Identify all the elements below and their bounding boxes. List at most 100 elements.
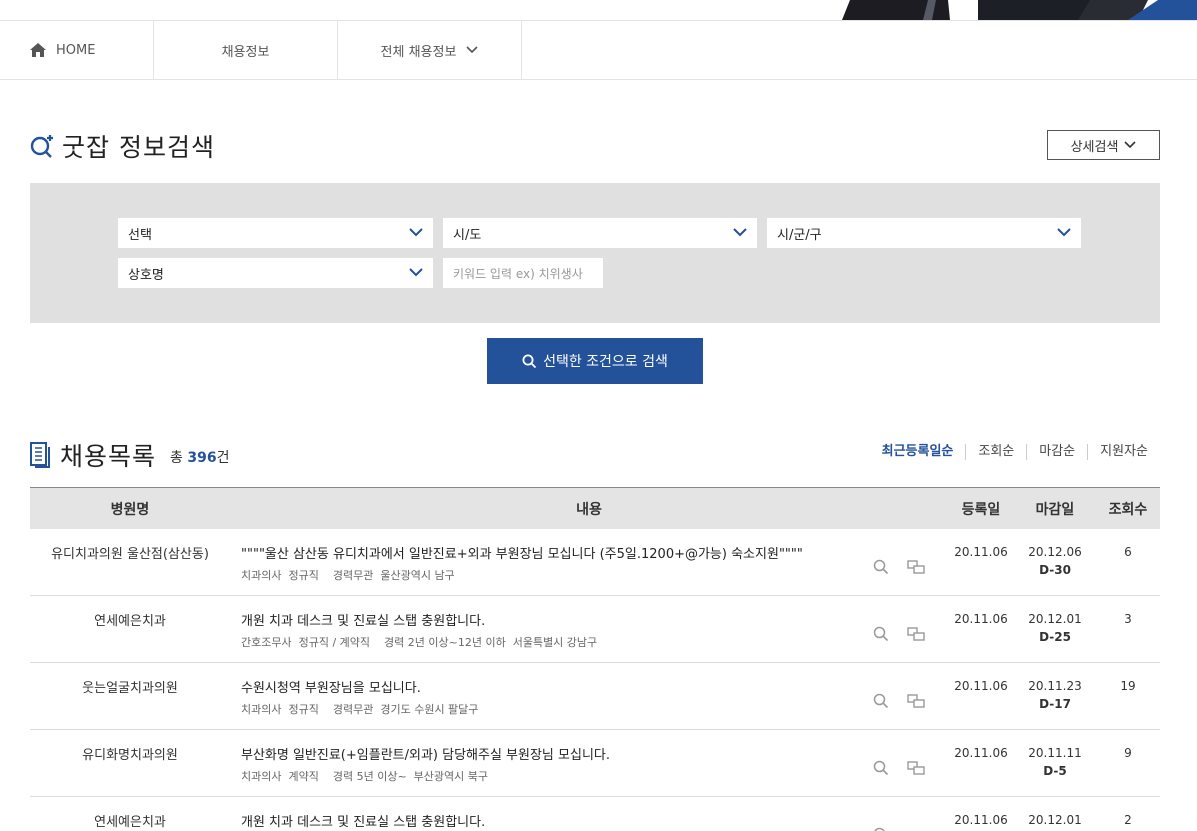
hospital-name[interactable]: 유디치과의원 울산점(삼산동) — [30, 543, 230, 562]
detail-search-button[interactable]: 상세검색 — [1047, 130, 1160, 160]
view-count: 2 — [1124, 813, 1132, 827]
nav-recruit[interactable]: 채용정보 — [154, 21, 338, 79]
job-location: 울산광역시 남구 — [380, 569, 455, 582]
career-requirement: 경력무관 — [332, 569, 374, 582]
sort-views[interactable]: 조회순 — [965, 444, 1026, 460]
col-deadline: 마감일 — [1035, 501, 1075, 518]
view-count: 19 — [1120, 679, 1136, 693]
compare-icon[interactable] — [907, 627, 925, 641]
employment-type: 정규직 — [288, 703, 319, 716]
job-type-select[interactable]: 선택 — [118, 218, 433, 248]
job-type-select-value: 선택 — [128, 227, 152, 243]
table-row[interactable]: 유디화명치과의원 부산화명 일반진료(+임플란트/외과) 담당해주실 부원장님 … — [30, 730, 1160, 797]
deadline-date: 20.12.01 — [1028, 612, 1082, 626]
province-select[interactable]: 시/도 — [443, 218, 757, 248]
table-row[interactable]: 웃는얼굴치과의원 수원시청역 부원장님을 모십니다. 치과의사 정규직 경력무관 경기… — [30, 663, 1160, 730]
view-count: 6 — [1124, 545, 1132, 559]
search-field-select[interactable]: 상호명 — [118, 258, 433, 288]
d-day-badge: D-25 — [1039, 630, 1071, 644]
reg-date: 20.11.06 — [954, 813, 1008, 827]
banner-photo — [828, 0, 1197, 20]
total-count: 총 396건 — [170, 447, 229, 467]
col-views: 조회수 — [1108, 501, 1148, 518]
city-select-value: 시/군/구 — [777, 227, 822, 243]
reg-date: 20.11.06 — [954, 679, 1008, 693]
hospital-name[interactable]: 웃는얼굴치과의원 — [30, 677, 230, 696]
job-meta: 간호조무사 정규직 / 계약직 경력 2년 이상~12년 이하 서울특별시 강남구 — [241, 634, 604, 650]
sort-deadline[interactable]: 마감순 — [1026, 444, 1087, 460]
search-icon[interactable] — [873, 827, 889, 831]
job-title-link[interactable]: 개원 치과 데스크 및 진료실 스탭 충원합니다. — [241, 811, 485, 830]
job-location: 부산광역시 북구 — [413, 770, 489, 783]
career-requirement: 경력 5년 이상~ — [332, 770, 407, 783]
search-icon[interactable] — [873, 559, 889, 575]
job-category: 치과의사 — [241, 703, 282, 716]
top-banner — [0, 0, 1197, 20]
d-day-badge: D-17 — [1039, 697, 1071, 711]
job-category: 치과의사 — [241, 569, 282, 582]
search-icon[interactable] — [873, 760, 889, 776]
job-title-link[interactable]: """"울산 삼산동 유디치과에서 일반진료+외과 부원장님 모십니다 (주5일… — [241, 543, 803, 562]
employment-type: 정규직 — [288, 569, 319, 582]
compare-icon[interactable] — [907, 560, 925, 574]
nav-all-recruit-dropdown[interactable]: 전체 채용정보 — [338, 21, 522, 79]
chevron-down-icon — [409, 228, 423, 237]
city-select[interactable]: 시/군/구 — [767, 218, 1081, 248]
table-row[interactable]: 연세예은치과 개원 치과 데스크 및 진료실 스탭 충원합니다. 간호조무사 정규… — [30, 596, 1160, 663]
reg-date: 20.11.06 — [954, 545, 1008, 559]
search-icon[interactable] — [873, 693, 889, 709]
chevron-down-icon — [466, 46, 479, 54]
search-plus-icon — [30, 135, 53, 158]
hospital-name[interactable]: 연세예은치과 — [30, 610, 230, 629]
list-title: 채용목록 — [60, 442, 157, 471]
total-suffix: 건 — [216, 450, 230, 466]
nav-recruit-label: 채용정보 — [221, 44, 270, 60]
col-content: 내용 — [576, 501, 602, 518]
table-row[interactable]: 연세예은치과 개원 치과 데스크 및 진료실 스탭 충원합니다. 20.11.0… — [30, 797, 1160, 831]
job-meta: 치과의사 계약직 경력 5년 이상~ 부산광역시 북구 — [241, 768, 495, 784]
compare-icon[interactable] — [907, 761, 925, 775]
deadline-date: 20.11.11 — [1028, 746, 1082, 760]
career-requirement: 경력 2년 이상~12년 이하 — [384, 636, 506, 649]
search-icon[interactable] — [873, 626, 889, 642]
reg-date: 20.11.06 — [954, 612, 1008, 626]
deadline-date: 20.11.23 — [1028, 679, 1082, 693]
sort-recent[interactable]: 최근등록일순 — [870, 444, 966, 460]
keyword-input-placeholder: 키워드 입력 ex) 치위생사 — [453, 266, 583, 281]
submit-search-label: 선택한 조건으로 검색 — [543, 354, 668, 370]
job-category: 간호조무사 — [241, 636, 292, 649]
hospital-name[interactable]: 유디화명치과의원 — [30, 744, 230, 763]
chevron-down-icon — [733, 228, 747, 237]
total-prefix: 총 — [170, 450, 183, 466]
province-select-value: 시/도 — [453, 227, 482, 243]
job-table: 병원명 내용 등록일 마감일 조회수 유디치과의원 울산점(삼산동) """"울… — [30, 487, 1160, 831]
document-list-icon — [30, 442, 50, 468]
nav-home[interactable]: HOME — [0, 21, 154, 79]
nav-home-label: HOME — [56, 42, 96, 58]
job-title-link[interactable]: 부산화명 일반진료(+임플란트/외과) 담당해주실 부원장님 모십니다. — [241, 744, 610, 763]
page-title: 굿잡 정보검색 — [62, 133, 215, 162]
nav-all-recruit-label: 전체 채용정보 — [380, 44, 457, 60]
employment-type: 계약직 — [288, 770, 319, 783]
detail-search-label: 상세검색 — [1070, 139, 1119, 155]
breadcrumb-nav: HOME 채용정보 전체 채용정보 — [0, 20, 1197, 80]
compare-icon[interactable] — [907, 694, 925, 708]
col-hospital: 병원명 — [110, 501, 150, 518]
list-section-title: 채용목록 총 396건 — [30, 438, 229, 472]
hospital-name[interactable]: 연세예은치과 — [30, 811, 230, 830]
career-requirement: 경력무관 — [332, 703, 374, 716]
view-count: 3 — [1124, 612, 1132, 626]
employment-type: 정규직 / 계약직 — [298, 636, 371, 649]
job-meta: 치과의사 정규직 경력무관 울산광역시 남구 — [241, 567, 462, 583]
job-title-link[interactable]: 개원 치과 데스크 및 진료실 스탭 충원합니다. — [241, 610, 485, 629]
table-row[interactable]: 유디치과의원 울산점(삼산동) """"울산 삼산동 유디치과에서 일반진료+외… — [30, 529, 1160, 596]
search-filter-panel: 선택 시/도 시/군/구 상호명 키워드 입력 ex) 치위생사 — [30, 183, 1160, 323]
keyword-input[interactable]: 키워드 입력 ex) 치위생사 — [443, 258, 603, 288]
job-meta: 치과의사 정규직 경력무관 경기도 수원시 팔달구 — [241, 701, 485, 717]
search-field-select-value: 상호명 — [128, 267, 164, 283]
job-title-link[interactable]: 수원시청역 부원장님을 모십니다. — [241, 677, 421, 696]
job-category: 치과의사 — [241, 770, 282, 783]
job-location: 경기도 수원시 팔달구 — [380, 703, 479, 716]
submit-search-button[interactable]: 선택한 조건으로 검색 — [487, 338, 703, 384]
sort-applicants[interactable]: 지원자순 — [1087, 444, 1160, 460]
